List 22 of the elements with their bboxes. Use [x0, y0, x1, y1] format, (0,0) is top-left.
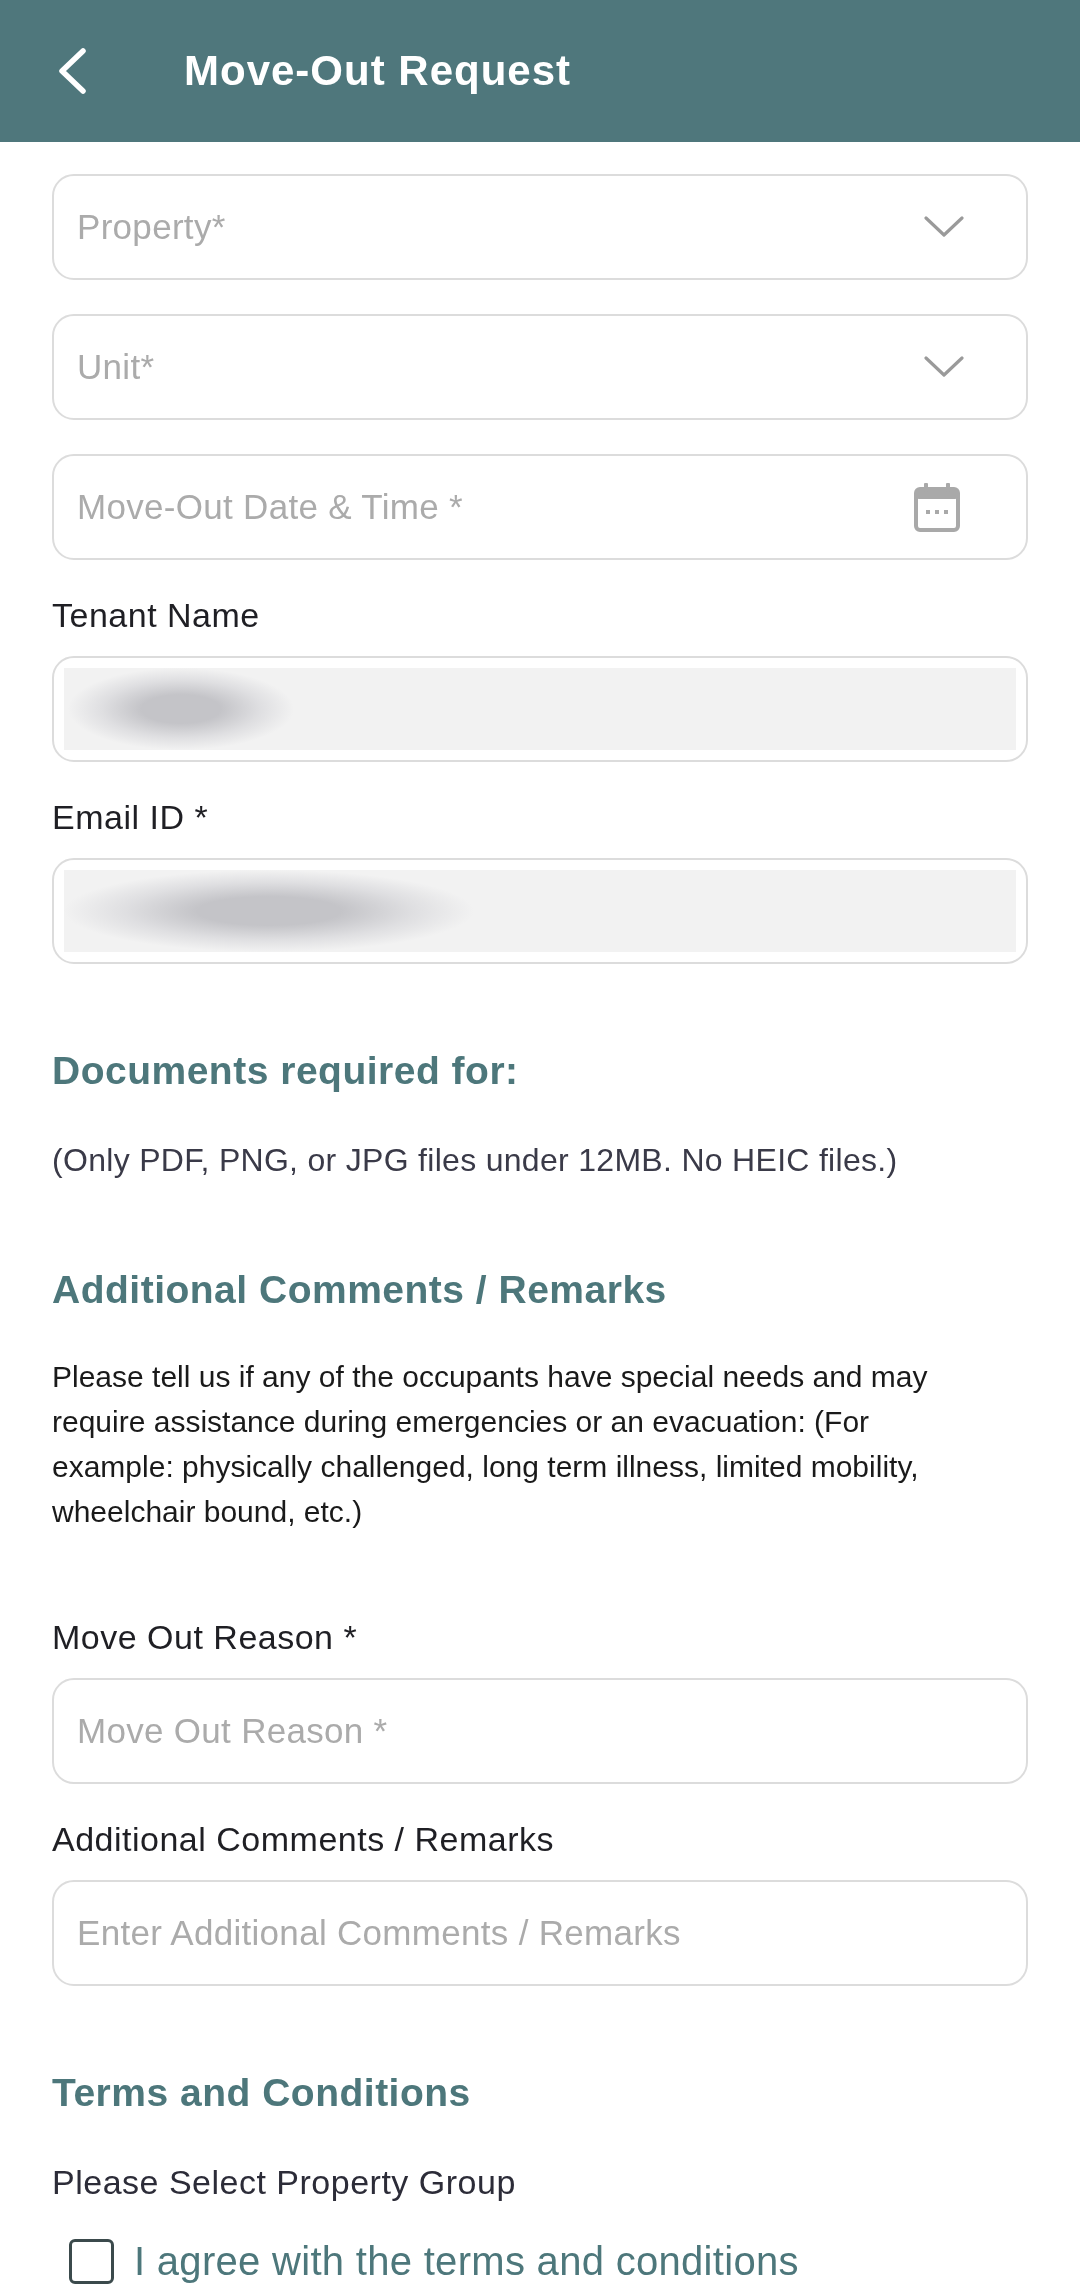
field-label: Email ID * — [52, 797, 209, 838]
section-heading: Terms and Conditions — [52, 2070, 471, 2116]
section-heading: Additional Comments / Remarks — [52, 1267, 667, 1313]
select-field[interactable]: Property* — [52, 174, 1028, 280]
agree-label[interactable]: I agree with the terms and conditions — [134, 2237, 799, 2285]
section-heading: Documents required for: — [52, 1048, 519, 1094]
field-label: Move Out Reason * — [52, 1617, 358, 1658]
date-field[interactable]: Move-Out Date & Time * — [52, 454, 1028, 560]
select-field[interactable]: Unit* — [52, 314, 1028, 420]
text-field[interactable]: Enter Additional Comments / Remarks — [52, 1880, 1028, 1986]
chevron-down-icon — [924, 356, 964, 378]
back-icon[interactable] — [57, 48, 87, 94]
chevron-down-icon — [924, 216, 964, 238]
page-title: Move-Out Request — [184, 46, 572, 96]
calendar-icon — [914, 482, 960, 532]
property-group-prompt: Please Select Property Group — [52, 2162, 516, 2203]
field-label: Additional Comments / Remarks — [52, 1819, 554, 1860]
field-label: Tenant Name — [52, 595, 260, 636]
agree-checkbox[interactable] — [69, 2238, 114, 2284]
file-type-note: (Only PDF, PNG, or JPG files under 12MB. No HEIC files.) — [52, 1141, 898, 1180]
text-field[interactable]: Move Out Reason * — [52, 1678, 1028, 1784]
special-needs-description: Please tell us if any of the occupants have special needs and may require assistance during emergencies or an evacuation: (For example: physically challenged, long term illness, limited mobility, wheelchair bound, etc.) — [52, 1359, 929, 1530]
